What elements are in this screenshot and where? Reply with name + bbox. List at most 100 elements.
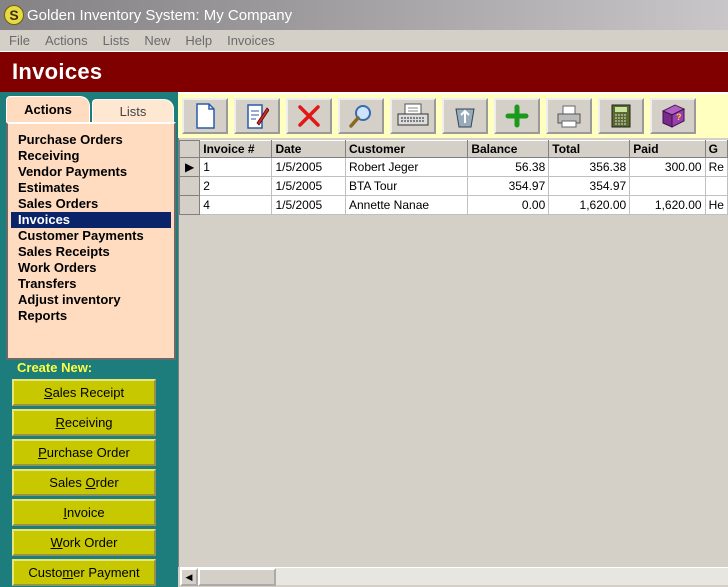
calculator-icon bbox=[611, 104, 631, 128]
column-header-balance[interactable]: Balance bbox=[467, 140, 550, 158]
cell-paid[interactable]: 1,620.00 bbox=[629, 195, 706, 215]
create-button-label: Purchase Order bbox=[38, 445, 130, 460]
app-logo-icon: S bbox=[4, 5, 24, 25]
action-item-transfers[interactable]: Transfers bbox=[11, 276, 171, 292]
cell-invoice[interactable]: 4 bbox=[199, 195, 273, 215]
cell-total[interactable]: 354.97 bbox=[548, 176, 631, 196]
row-indicator-header bbox=[178, 140, 201, 158]
create-receiving-button[interactable]: Receiving bbox=[12, 409, 156, 436]
cell-total[interactable]: 356.38 bbox=[548, 157, 631, 177]
help-button[interactable]: ? bbox=[650, 98, 696, 134]
calculator-button[interactable] bbox=[598, 98, 644, 134]
search-icon bbox=[349, 105, 371, 128]
action-item-purchase-orders[interactable]: Purchase Orders bbox=[11, 132, 171, 148]
invoice-table: Invoice # Date Customer Balance Total Pa… bbox=[178, 140, 728, 215]
cell-date[interactable]: 1/5/2005 bbox=[271, 157, 346, 177]
find-invoice-button[interactable] bbox=[338, 98, 384, 134]
page-title: Invoices bbox=[12, 59, 103, 84]
tab-actions[interactable]: Actions bbox=[6, 96, 90, 122]
arrow-left-icon: ◀ bbox=[185, 571, 193, 582]
row-indicator bbox=[178, 195, 201, 215]
scroll-thumb[interactable] bbox=[198, 568, 276, 586]
horizontal-scrollbar[interactable]: ◀ bbox=[180, 567, 728, 586]
recycle-button[interactable] bbox=[442, 98, 488, 134]
sidebar-tabs: Actions Lists bbox=[6, 96, 174, 122]
cell-g[interactable]: He bbox=[704, 195, 728, 215]
menu-file[interactable]: File bbox=[9, 33, 30, 48]
action-item-vendor-payments[interactable]: Vendor Payments bbox=[11, 164, 171, 180]
action-item-sales-orders[interactable]: Sales Orders bbox=[11, 196, 171, 212]
delete-invoice-button[interactable] bbox=[286, 98, 332, 134]
cell-balance[interactable]: 0.00 bbox=[467, 195, 550, 215]
cell-total[interactable]: 1,620.00 bbox=[548, 195, 631, 215]
column-header-date[interactable]: Date bbox=[271, 140, 346, 158]
add-button[interactable] bbox=[494, 98, 540, 134]
create-sales-receipt-button[interactable]: Sales Receipt bbox=[12, 379, 156, 406]
cell-customer[interactable]: BTA Tour bbox=[344, 176, 469, 196]
create-button-label: Customer Payment bbox=[28, 565, 140, 580]
toolbar: ? bbox=[178, 92, 728, 138]
action-item-estimates[interactable]: Estimates bbox=[11, 180, 171, 196]
create-button-label: Sales Order bbox=[49, 475, 119, 490]
title-bar: S Golden Inventory System: My Company bbox=[0, 0, 728, 30]
table-header-row: Invoice # Date Customer Balance Total Pa… bbox=[178, 140, 728, 158]
table-row[interactable]: ▶ 1 1/5/2005 Robert Jeger 56.38 356.38 3… bbox=[178, 157, 728, 177]
edit-document-icon bbox=[247, 104, 269, 129]
cell-date[interactable]: 1/5/2005 bbox=[271, 195, 346, 215]
recycle-icon bbox=[455, 108, 475, 128]
cell-invoice[interactable]: 1 bbox=[199, 157, 273, 177]
new-invoice-button[interactable] bbox=[182, 98, 228, 134]
print-icon bbox=[557, 105, 581, 128]
sidebar: Actions Lists Purchase Orders Receiving … bbox=[0, 92, 178, 587]
table-row[interactable]: 2 1/5/2005 BTA Tour 354.97 354.97 bbox=[178, 176, 728, 196]
menu-new[interactable]: New bbox=[144, 33, 170, 48]
create-customer-payment-button[interactable]: Customer Payment bbox=[12, 559, 156, 586]
action-item-adjust-inventory[interactable]: Adjust inventory bbox=[11, 292, 171, 308]
create-button-label: Receiving bbox=[55, 415, 113, 430]
action-item-receiving[interactable]: Receiving bbox=[11, 148, 171, 164]
action-item-customer-payments[interactable]: Customer Payments bbox=[11, 228, 171, 244]
tab-lists[interactable]: Lists bbox=[92, 99, 174, 122]
create-new-label: Create New: bbox=[17, 360, 93, 375]
cell-balance[interactable]: 354.97 bbox=[467, 176, 550, 196]
scroll-left-button[interactable]: ◀ bbox=[180, 568, 198, 586]
column-header-total[interactable]: Total bbox=[548, 140, 631, 158]
menu-lists[interactable]: Lists bbox=[103, 33, 130, 48]
menu-actions[interactable]: Actions bbox=[45, 33, 88, 48]
column-header-customer[interactable]: Customer bbox=[344, 140, 469, 158]
action-item-reports[interactable]: Reports bbox=[11, 308, 171, 324]
page-header: Invoices bbox=[0, 52, 728, 92]
cell-g[interactable]: Re bbox=[704, 157, 728, 177]
menu-invoices[interactable]: Invoices bbox=[227, 33, 275, 48]
cell-customer[interactable]: Robert Jeger bbox=[344, 157, 469, 177]
typewriter-icon bbox=[397, 103, 429, 126]
action-item-invoices[interactable]: Invoices bbox=[11, 212, 171, 228]
create-work-order-button[interactable]: Work Order bbox=[12, 529, 156, 556]
cell-paid[interactable]: 300.00 bbox=[629, 157, 706, 177]
help-book-icon: ? bbox=[661, 104, 686, 128]
cell-invoice[interactable]: 2 bbox=[199, 176, 273, 196]
table-row[interactable]: 4 1/5/2005 Annette Nanae 0.00 1,620.00 1… bbox=[178, 195, 728, 215]
create-purchase-order-button[interactable]: Purchase Order bbox=[12, 439, 156, 466]
edit-invoice-button[interactable] bbox=[234, 98, 280, 134]
row-indicator bbox=[178, 176, 201, 196]
action-item-sales-receipts[interactable]: Sales Receipts bbox=[11, 244, 171, 260]
action-item-work-orders[interactable]: Work Orders bbox=[11, 260, 171, 276]
create-button-label: Sales Receipt bbox=[43, 385, 125, 400]
cell-date[interactable]: 1/5/2005 bbox=[271, 176, 346, 196]
column-header-g[interactable]: G bbox=[704, 140, 728, 158]
delete-icon bbox=[298, 105, 320, 127]
cell-paid[interactable] bbox=[629, 176, 706, 196]
typewriter-button[interactable] bbox=[390, 98, 436, 134]
cell-balance[interactable]: 56.38 bbox=[467, 157, 550, 177]
menu-bar: File Actions Lists New Help Invoices bbox=[0, 30, 728, 52]
svg-text:?: ? bbox=[676, 112, 682, 122]
cell-g[interactable] bbox=[704, 176, 728, 196]
create-sales-order-button[interactable]: Sales Order bbox=[12, 469, 156, 496]
column-header-paid[interactable]: Paid bbox=[629, 140, 706, 158]
menu-help[interactable]: Help bbox=[185, 33, 212, 48]
column-header-invoice[interactable]: Invoice # bbox=[199, 140, 273, 158]
create-invoice-button[interactable]: Invoice bbox=[12, 499, 156, 526]
print-button[interactable] bbox=[546, 98, 592, 134]
cell-customer[interactable]: Annette Nanae bbox=[344, 195, 469, 215]
